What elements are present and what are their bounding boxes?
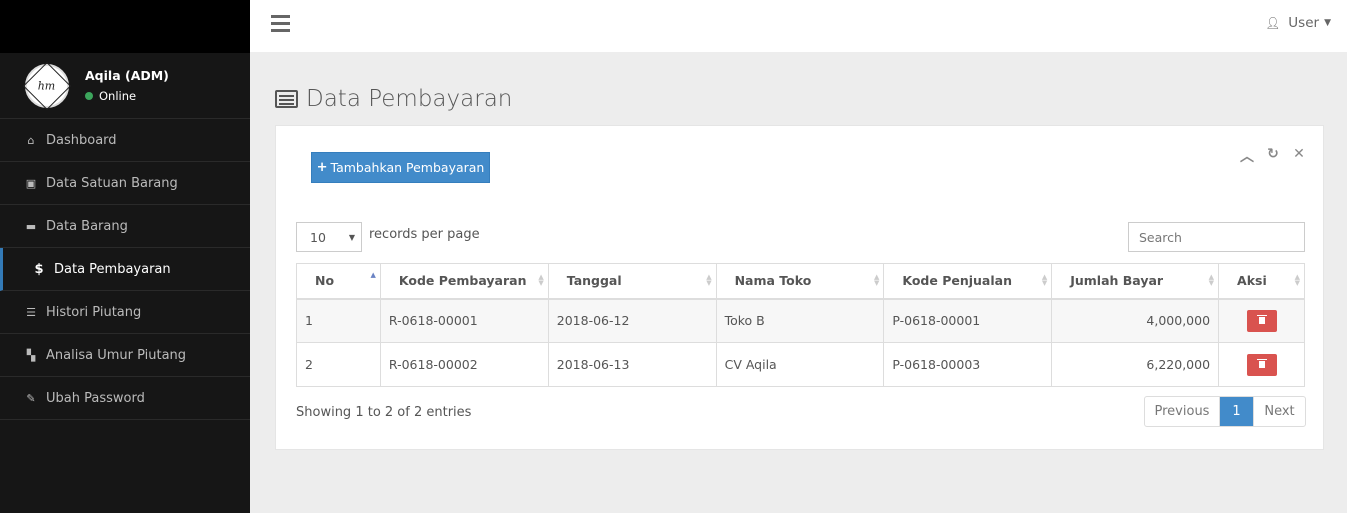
sidebar-item-analisa-umur-piutang[interactable]: ▚ Analisa Umur Piutang: [0, 334, 250, 377]
sort-icon: ▲ ▼: [1041, 273, 1048, 287]
sort-icon: ▲ ▼: [1294, 273, 1300, 287]
pagination: Previous 1 Next: [1144, 396, 1306, 427]
home-icon: ⌂: [27, 133, 35, 147]
sidebar-item-label: Data Barang: [46, 218, 128, 234]
chevron-down-icon: ▼: [348, 232, 355, 242]
add-payment-button[interactable]: + Tambahkan Pembayaran: [311, 152, 490, 183]
sidebar-menu: ⌂ Dashboard ▣ Data Satuan Barang ▬ Data …: [0, 119, 250, 420]
sort-icon: ▲ ▼: [873, 273, 880, 287]
avatar-logo: hm: [38, 78, 56, 92]
column-header-kode-penjualan[interactable]: Kode Penjualan ▲ ▼: [883, 263, 1053, 300]
page-title-text: Data Pembayaran: [306, 86, 513, 112]
dollar-icon: $: [34, 261, 44, 277]
sidebar-item-dashboard[interactable]: ⌂ Dashboard: [0, 119, 250, 162]
table-info: Showing 1 to 2 of 2 entries: [296, 405, 472, 420]
pencil-icon: ✎: [26, 391, 36, 405]
sort-icon: ▲ ▼: [538, 273, 544, 287]
table-row: 1 R-0618-00001 2018-06-12 Toko B P-0618-…: [296, 298, 1305, 343]
cell-aksi: [1218, 298, 1305, 343]
cell-jumlah-bayar: 4,000,000: [1051, 298, 1220, 343]
column-header-no[interactable]: No ▲: [296, 263, 381, 300]
next-page-button[interactable]: Next: [1253, 397, 1305, 426]
sidebar-item-data-pembayaran[interactable]: $ Data Pembayaran: [0, 248, 250, 291]
sort-asc-icon: ▲: [370, 271, 376, 279]
user-status-label: Online: [99, 89, 137, 103]
cell-aksi: [1218, 342, 1305, 387]
list-icon: ☰: [26, 305, 36, 319]
close-icon[interactable]: ✕: [1291, 146, 1307, 166]
sidebar: hm Aqila (ADM) Online ⌂ Dashboard ▣ Data…: [0, 0, 250, 513]
panel-tools: ︿ ↻ ✕: [1239, 146, 1307, 166]
delete-button[interactable]: [1246, 309, 1277, 332]
table-row: 2 R-0618-00002 2018-06-13 CV Aqila P-061…: [296, 342, 1305, 387]
online-status-icon: [85, 92, 93, 100]
page-button-1[interactable]: 1: [1220, 397, 1253, 426]
truck-icon: ▬: [25, 219, 37, 233]
sort-icon: ▲ ▼: [1208, 273, 1215, 287]
column-header-tanggal[interactable]: Tanggal ▲ ▼: [547, 263, 717, 300]
sidebar-item-data-barang[interactable]: ▬ Data Barang: [0, 205, 250, 248]
page-title: Data Pembayaran: [275, 86, 512, 112]
refresh-icon[interactable]: ↻: [1265, 146, 1281, 166]
sidebar-item-data-satuan-barang[interactable]: ▣ Data Satuan Barang: [0, 162, 250, 205]
user-dropdown[interactable]: 👤︎ User ▼: [1265, 15, 1331, 31]
user-icon: 👤︎: [1265, 16, 1281, 30]
column-header-kode-pembayaran[interactable]: Kode Pembayaran ▲ ▼: [379, 263, 549, 300]
cell-tanggal: 2018-06-13: [547, 342, 717, 387]
sort-icon: ▲ ▼: [706, 273, 712, 287]
avatar: hm: [22, 61, 72, 110]
cell-kode-penjualan: P-0618-00001: [883, 298, 1053, 343]
menu-toggle-icon[interactable]: [271, 15, 290, 32]
records-per-page-label: records per page: [369, 227, 480, 242]
cell-kode-pembayaran: R-0618-00001: [379, 298, 549, 343]
sidebar-item-label: Data Satuan Barang: [46, 175, 178, 191]
briefcase-icon: ▣: [25, 176, 37, 190]
sidebar-item-ubah-password[interactable]: ✎ Ubah Password: [0, 377, 250, 420]
table-header-row: No ▲ Kode Pembayaran ▲ ▼ Tanggal ▲ ▼ Nama Tok…: [296, 263, 1305, 300]
cell-no: 2: [296, 342, 381, 387]
sidebar-item-label: Ubah Password: [46, 390, 145, 406]
sidebar-item-label: Analisa Umur Piutang: [46, 347, 187, 363]
data-panel: + Tambahkan Pembayaran ︿ ↻ ✕ 10 ▼ record…: [275, 125, 1324, 450]
sidebar-item-label: Data Pembayaran: [54, 261, 171, 277]
cell-kode-penjualan: P-0618-00003: [883, 342, 1053, 387]
cell-no: 1: [296, 298, 381, 343]
cell-tanggal: 2018-06-12: [547, 298, 717, 343]
add-payment-label: Tambahkan Pembayaran: [330, 160, 485, 175]
records-per-page-select[interactable]: 10 ▼: [296, 222, 362, 252]
user-panel: hm Aqila (ADM) Online: [0, 53, 250, 119]
user-status: Online: [85, 89, 169, 103]
previous-page-button[interactable]: Previous: [1145, 397, 1220, 426]
list-alt-icon: [275, 90, 298, 108]
column-header-aksi[interactable]: Aksi ▲ ▼: [1218, 263, 1305, 300]
user-name: Aqila (ADM): [85, 68, 169, 83]
delete-button[interactable]: [1246, 353, 1277, 376]
sidebar-item-label: Histori Piutang: [46, 304, 142, 320]
column-header-jumlah-bayar[interactable]: Jumlah Bayar ▲ ▼: [1051, 263, 1220, 300]
sitemap-icon: ▚: [26, 348, 36, 362]
sidebar-item-label: Dashboard: [46, 132, 117, 148]
collapse-icon[interactable]: ︿: [1239, 146, 1255, 166]
user-dropdown-label: User: [1288, 15, 1320, 31]
cell-kode-pembayaran: R-0618-00002: [379, 342, 549, 387]
sidebar-header: [0, 0, 250, 53]
plus-icon: +: [316, 160, 328, 175]
search-input[interactable]: [1128, 222, 1305, 252]
cell-nama-toko: CV Aqila: [715, 342, 885, 387]
payments-table: No ▲ Kode Pembayaran ▲ ▼ Tanggal ▲ ▼ Nama Tok…: [296, 263, 1305, 387]
cell-nama-toko: Toko B: [715, 298, 885, 343]
top-navbar: 👤︎ User ▼: [250, 0, 1347, 52]
cell-jumlah-bayar: 6,220,000: [1051, 342, 1220, 387]
sidebar-item-histori-piutang[interactable]: ☰ Histori Piutang: [0, 291, 250, 334]
column-header-nama-toko[interactable]: Nama Toko ▲ ▼: [715, 263, 885, 300]
records-per-page-value: 10: [310, 229, 326, 245]
caret-down-icon: ▼: [1324, 18, 1331, 28]
